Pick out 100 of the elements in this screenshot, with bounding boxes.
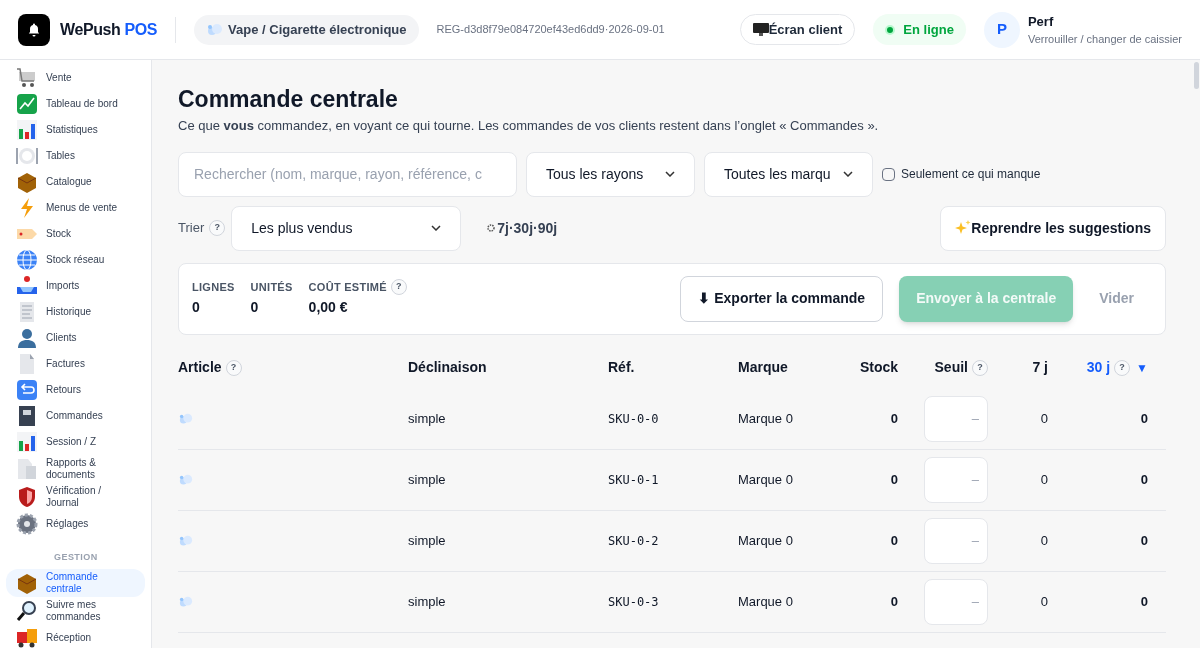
table-cell-text: 0 [1039, 531, 1048, 550]
column-header[interactable]: Article [178, 357, 222, 378]
table-cell-text: 0 [1139, 592, 1148, 611]
user-avatar[interactable]: P [983, 11, 1020, 48]
stat-label: LIGNES [192, 279, 235, 295]
chevron-down-icon [665, 171, 675, 177]
period-selector[interactable]: 7j·30j·90j [497, 217, 558, 239]
sidebar-item[interactable]: Commandes [6, 403, 145, 429]
package-icon [16, 571, 38, 594]
bell-logo-icon [18, 13, 50, 46]
chart-icon [16, 93, 38, 115]
page-title: Commande centrale [178, 85, 399, 114]
table-cell-text: 0 [1039, 409, 1048, 428]
cloud-icon [206, 21, 225, 38]
checkbox[interactable] [882, 167, 895, 181]
help-badge[interactable]: ? [225, 359, 242, 376]
sidebar-item[interactable]: Historique [6, 299, 145, 325]
threshold-field[interactable]: – [924, 578, 988, 625]
threshold-field[interactable]: – [924, 395, 988, 442]
column-header[interactable]: Stock [859, 357, 898, 378]
column-header[interactable]: Seuil [934, 357, 968, 378]
sidebar-item[interactable]: Factures [6, 351, 145, 377]
stat-label: UNITÉS [250, 279, 293, 295]
table-cell-text: Marque 0 [738, 531, 794, 550]
table-cell-text: SKU-0-0 [608, 410, 660, 428]
store-chip[interactable]: Vape / Cigarette électronique [194, 14, 419, 45]
stat-value: 0,00 € [308, 298, 349, 318]
help-badge[interactable]: ? [209, 220, 226, 236]
column-header[interactable]: Marque [738, 357, 788, 378]
sidebar-item[interactable]: Statistiques [6, 117, 145, 143]
export-button[interactable]: ⬇ Exporter la commande [680, 275, 884, 322]
sidebar-item[interactable]: Suivre mes commandes [6, 596, 145, 625]
monitor-icon [752, 23, 769, 36]
sidebar-item[interactable]: Commande centrale [6, 568, 145, 597]
sidebar-item[interactable]: Réglages [6, 511, 145, 537]
suggestions-button[interactable]: Reprendre les suggestions [940, 205, 1166, 251]
column-header[interactable]: Réf. [608, 357, 635, 378]
cloud-icon [178, 411, 194, 426]
truck-icon [16, 626, 38, 648]
sidebar-item[interactable]: Menus de vente [6, 195, 145, 221]
sidebar-item[interactable]: Rapports & documents [6, 455, 145, 483]
table-cell-text: SKU-0-2 [608, 532, 660, 550]
plate-icon [16, 145, 38, 167]
chevron-down-icon [431, 225, 442, 231]
customer-screen-button[interactable]: Écran client [739, 14, 856, 45]
sidebar-item[interactable]: Clients [6, 325, 145, 351]
threshold-field[interactable]: – [924, 456, 988, 503]
cloud-icon [178, 533, 194, 548]
register-id: REG-d3d8f79e084720ef43ed6dd9·2026-09-01 [436, 22, 665, 38]
inbox-icon [16, 275, 38, 297]
table-cell-text: SKU-0-1 [608, 471, 660, 489]
sidebar-item[interactable]: Session / Z [6, 429, 145, 455]
table-cell-text: 0 [1139, 531, 1148, 550]
column-header[interactable]: 7 j [1032, 357, 1048, 378]
help-badge[interactable]: ? [1114, 359, 1131, 376]
sidebar-item[interactable]: Tables [6, 143, 145, 169]
sort-indicator[interactable]: ▼ [1136, 358, 1148, 377]
package-icon [16, 171, 38, 193]
sidebar-item[interactable]: Stock réseau [6, 247, 145, 273]
help-badge[interactable]: ? [390, 279, 407, 295]
sort-select[interactable]: Les plus vendus [231, 205, 462, 251]
help-badge[interactable]: ? [972, 359, 988, 376]
table-cell-text: simple [408, 409, 447, 428]
brand-name: WePush POS [60, 19, 158, 40]
shield-icon [16, 486, 38, 508]
person-icon [16, 327, 38, 349]
page-subtitle: Ce que vous commandez, en voyant ce qui tourne. Les commandes de vos clients restent dans l’onglet « Commandes ». [178, 117, 880, 135]
brand-select[interactable]: Toutes les marqu [704, 151, 873, 197]
table-cell-text: 0 [1039, 592, 1048, 611]
cloud-icon [178, 594, 194, 609]
user-name: Perf [1027, 12, 1055, 31]
sidebar-item[interactable]: Tableau de bord [6, 91, 145, 117]
sidebar-item[interactable]: Stock [6, 221, 145, 247]
table-cell-text: 0 [889, 470, 898, 489]
threshold-field[interactable]: – [924, 517, 988, 564]
bar-chart-icon [16, 431, 38, 453]
table-cell-text: 0 [1139, 409, 1148, 428]
stat-value: 0 [192, 298, 201, 318]
table-cell-text: 0 [889, 592, 898, 611]
table-cell-text: 0 [889, 409, 898, 428]
scrollbar-thumb[interactable] [1194, 62, 1199, 89]
sidebar-item[interactable]: Catalogue [6, 169, 145, 195]
checkbox-label: Seulement ce qui manque [901, 166, 1041, 183]
sort-label: Trier [178, 219, 205, 238]
search-field[interactable]: Rechercher (nom, marque, rayon, référence, c [178, 151, 517, 197]
magnifier-icon [16, 599, 38, 622]
sidebar-item[interactable]: Retours [6, 377, 145, 403]
sidebar-item[interactable]: Réception [6, 624, 145, 648]
user-subtitle[interactable]: Verrouiller / changer de caissier [1027, 31, 1182, 48]
table-cell-text: Marque 0 [738, 592, 794, 611]
table-cell-text: SKU-0-3 [608, 593, 660, 611]
department-select[interactable]: Tous les rayons [526, 151, 695, 197]
sidebar-item[interactable]: Vérification / Journal [6, 483, 145, 511]
sidebar-item[interactable]: Imports [6, 273, 145, 299]
column-header[interactable]: 30 j [1086, 357, 1111, 378]
stat-label: COÛT ESTIMÉ [308, 279, 387, 295]
column-header[interactable]: Déclinaison [408, 357, 487, 378]
sparkles-icon [955, 220, 972, 236]
sidebar-item[interactable]: Vente [6, 65, 145, 91]
table-cell-text: Marque 0 [738, 470, 794, 489]
